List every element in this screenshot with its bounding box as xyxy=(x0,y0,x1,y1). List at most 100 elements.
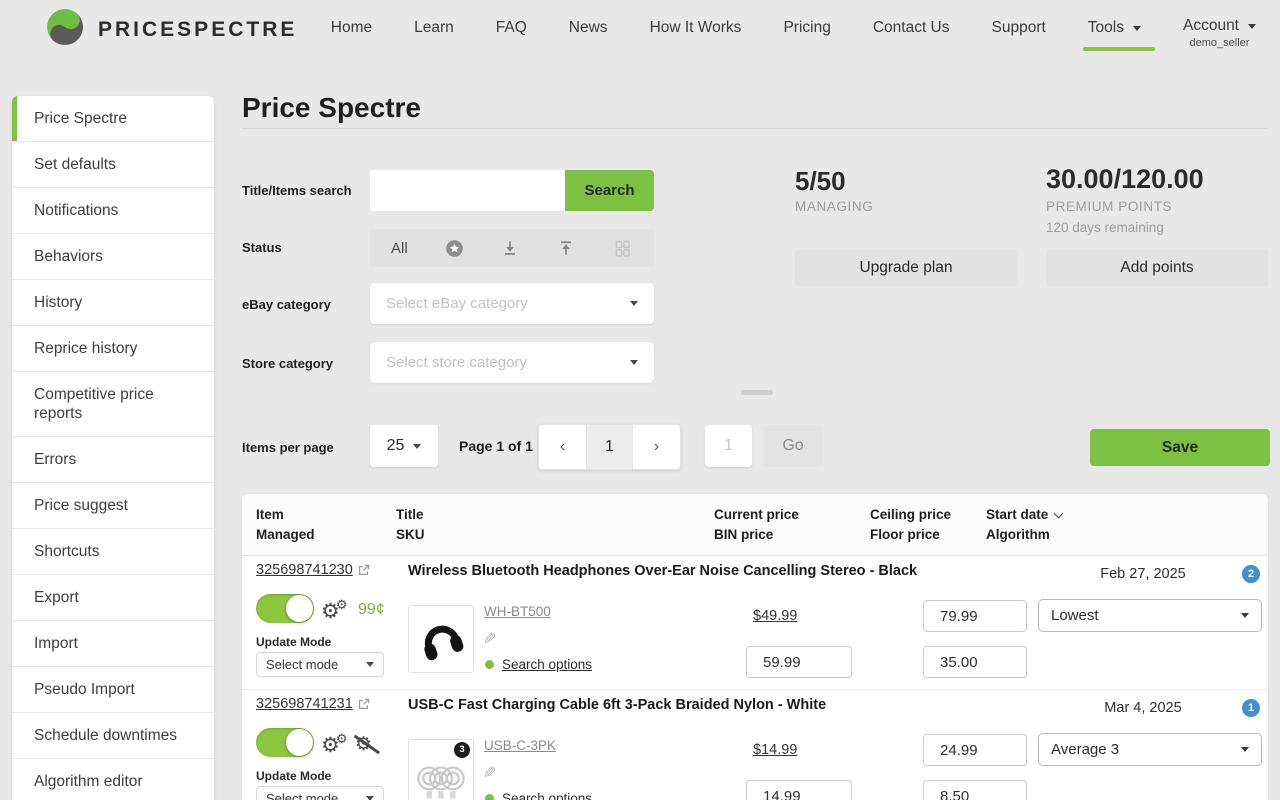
top-navbar: PRICESPECTRE Home Learn FAQ News How It … xyxy=(0,0,1280,56)
brand-logo[interactable]: PRICESPECTRE xyxy=(46,8,297,51)
nav-account-menu[interactable]: Account demo_seller xyxy=(1183,17,1256,49)
sku-link[interactable]: WH-BT500 xyxy=(484,604,551,619)
product-image-headphones[interactable] xyxy=(408,605,474,673)
badge-icon[interactable] xyxy=(444,238,465,259)
upload-icon[interactable] xyxy=(556,238,576,258)
chevron-down-icon xyxy=(413,444,421,449)
download-icon[interactable] xyxy=(500,238,520,258)
floor-price-input[interactable] xyxy=(923,646,1027,678)
nav-tools-menu[interactable]: Tools xyxy=(1088,19,1141,37)
sidebar-item-history[interactable]: History xyxy=(12,279,214,325)
ebay-category-placeholder: Select eBay category xyxy=(386,295,528,312)
main-nav: Home Learn FAQ News How It Works Pricing… xyxy=(331,0,1256,56)
chevron-down-icon xyxy=(630,360,638,365)
sidebar-item-schedule-downtimes[interactable]: Schedule downtimes xyxy=(12,712,214,758)
managed-toggle[interactable] xyxy=(256,594,314,623)
sidebar-item-errors[interactable]: Errors xyxy=(12,436,214,482)
algorithm-select[interactable]: Average 3 xyxy=(1038,733,1262,766)
update-mode-label: Update Mode xyxy=(256,769,331,783)
header-start-date[interactable]: Start date xyxy=(986,505,1062,525)
quantity-badge: 3 xyxy=(454,742,470,758)
managed-toggle[interactable] xyxy=(256,728,314,757)
sidebar-item-price-suggest[interactable]: Price suggest xyxy=(12,482,214,528)
external-link-icon xyxy=(358,698,370,710)
edit-pencil-icon[interactable]: ✎ xyxy=(483,629,496,649)
header-sku: SKU xyxy=(396,525,425,545)
notification-badge[interactable]: 2 xyxy=(1242,565,1260,583)
start-date-value: Feb 27, 2025 xyxy=(1097,566,1189,582)
bin-price-input[interactable] xyxy=(746,646,852,678)
header-item: Item xyxy=(256,505,315,525)
product-image-cables[interactable]: 3 xyxy=(408,739,474,800)
nav-news[interactable]: News xyxy=(569,19,608,37)
item-title: Wireless Bluetooth Headphones Over-Ear N… xyxy=(408,563,917,579)
update-mode-select[interactable]: Select mode xyxy=(256,786,384,800)
table-row: 325698741231 USB-C Fast Charging Cable 6… xyxy=(242,690,1268,800)
sort-chevron-icon xyxy=(1054,509,1064,519)
search-button[interactable]: Search xyxy=(565,170,654,211)
bin-price-input[interactable] xyxy=(746,780,852,800)
sidebar-item-notifications[interactable]: Notifications xyxy=(12,187,214,233)
gears-disabled-icon[interactable]: ⚙ xyxy=(355,733,372,756)
sidebar-item-algorithm-editor[interactable]: Algorithm editor xyxy=(12,758,214,800)
nav-pricing[interactable]: Pricing xyxy=(783,19,830,37)
brand-logo-icon xyxy=(46,8,84,51)
nav-home[interactable]: Home xyxy=(331,19,372,37)
ceiling-price-input[interactable] xyxy=(923,734,1027,766)
algorithm-select[interactable]: Lowest xyxy=(1038,599,1262,632)
items-per-page-select[interactable]: 25 xyxy=(370,425,438,467)
status-filter-all[interactable]: All xyxy=(391,240,408,257)
nav-faq[interactable]: FAQ xyxy=(496,19,527,37)
prev-page-button[interactable]: ‹ xyxy=(539,425,586,469)
ceiling-price-input[interactable] xyxy=(923,600,1027,632)
nav-learn[interactable]: Learn xyxy=(414,19,454,37)
store-category-label: Store category xyxy=(242,356,333,371)
sidebar-item-set-defaults[interactable]: Set defaults xyxy=(12,141,214,187)
store-category-select[interactable]: Select store category xyxy=(370,342,654,383)
grid-icon[interactable] xyxy=(612,238,633,259)
items-per-page-label: Items per page xyxy=(242,440,334,455)
ebay-category-select[interactable]: Select eBay category xyxy=(370,283,654,324)
update-mode-label: Update Mode xyxy=(256,635,331,649)
nav-how-it-works[interactable]: How It Works xyxy=(650,19,742,37)
item-id-link[interactable]: 325698741231 xyxy=(256,696,370,712)
item-id-link[interactable]: 325698741230 xyxy=(256,562,370,578)
header-managed: Managed xyxy=(256,525,315,545)
search-options-link[interactable]: Search options xyxy=(485,657,592,672)
sidebar-item-price-spectre[interactable]: Price Spectre xyxy=(12,96,214,141)
current-price-link[interactable]: $14.99 xyxy=(753,742,797,758)
nav-support[interactable]: Support xyxy=(992,19,1046,37)
sidebar-item-pseudo-import[interactable]: Pseudo Import xyxy=(12,666,214,712)
gears-icon[interactable]: ⚙⚙ xyxy=(321,731,347,758)
price-note: 99¢ xyxy=(358,601,385,619)
save-button[interactable]: Save xyxy=(1090,429,1270,466)
floor-price-input[interactable] xyxy=(923,780,1027,800)
sku-link[interactable]: USB-C-3PK xyxy=(484,738,556,753)
sidebar-item-reprice-history[interactable]: Reprice history xyxy=(12,325,214,371)
gears-icon[interactable]: ⚙⚙ xyxy=(321,597,347,624)
current-page-button[interactable]: 1 xyxy=(586,425,633,469)
next-page-button[interactable]: › xyxy=(633,425,680,469)
add-points-button[interactable]: Add points xyxy=(1046,250,1268,286)
header-current-price: Current price xyxy=(714,505,799,525)
search-options-link[interactable]: Search options xyxy=(485,791,592,800)
search-input[interactable] xyxy=(370,170,565,211)
pricespectre-app: PRICESPECTRE Home Learn FAQ News How It … xyxy=(0,0,1280,800)
goto-page-input[interactable] xyxy=(705,425,752,467)
managing-label: MANAGING xyxy=(795,199,873,214)
sidebar-item-competitive-price-reports[interactable]: Competitive price reports xyxy=(12,371,214,436)
sidebar-item-shortcuts[interactable]: Shortcuts xyxy=(12,528,214,574)
current-price-link[interactable]: $49.99 xyxy=(753,608,797,624)
sidebar-item-behaviors[interactable]: Behaviors xyxy=(12,233,214,279)
status-dot-icon xyxy=(485,794,494,800)
sidebar-item-import[interactable]: Import xyxy=(12,620,214,666)
edit-pencil-icon[interactable]: ✎ xyxy=(483,763,496,783)
update-mode-select[interactable]: Select mode xyxy=(256,652,384,677)
notification-badge[interactable]: 1 xyxy=(1242,699,1260,717)
go-button[interactable]: Go xyxy=(764,425,822,467)
chevron-down-icon xyxy=(366,662,374,667)
sidebar-item-export[interactable]: Export xyxy=(12,574,214,620)
panel-resize-handle[interactable] xyxy=(741,390,773,395)
upgrade-plan-button[interactable]: Upgrade plan xyxy=(795,250,1017,286)
nav-contact-us[interactable]: Contact Us xyxy=(873,19,950,37)
